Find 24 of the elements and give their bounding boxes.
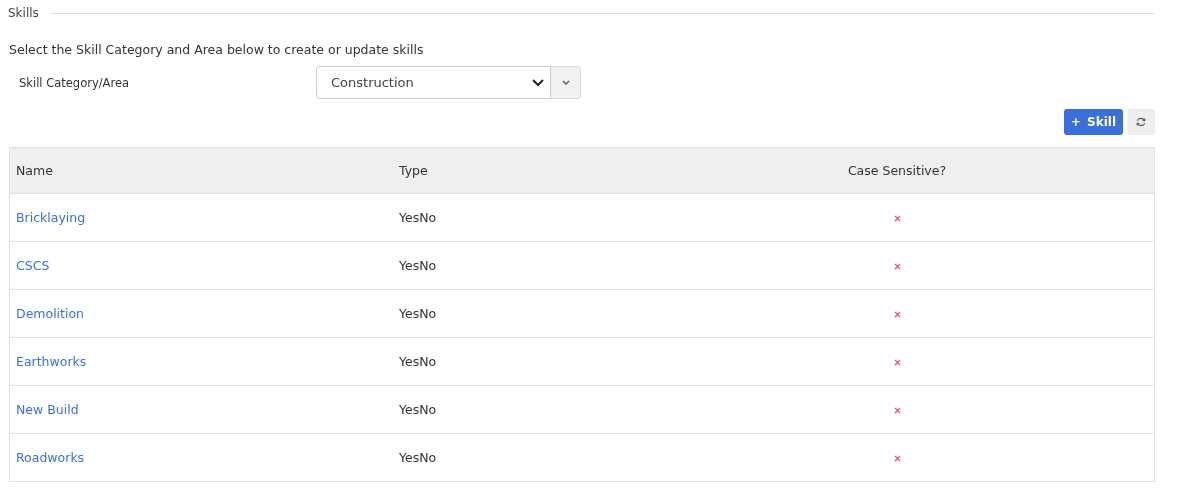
category-select[interactable]: Construction [316,66,551,99]
skill-link[interactable]: CSCS [16,258,50,273]
chevron-icon [561,80,570,85]
chevron-icon [532,78,544,87]
table-cell: YesNo [393,193,640,242]
instruction-text: Select the Skill Category and Area below to create or update skills [9,42,425,57]
skill-link[interactable]: New Build [16,402,79,417]
table-cell: YesNo [393,385,640,434]
skill-link[interactable]: Bricklaying [16,210,86,225]
section-title: Skills [8,5,39,20]
column-header: Type [393,147,640,194]
table-cell: YesNo [393,337,640,386]
column-header: Case Sensitive? [640,147,1155,194]
table-cell: YesNo [393,289,640,338]
refresh-button[interactable] [1127,109,1155,135]
field-label: Skill Category/Area [18,75,131,90]
column-header: Name [9,147,393,194]
add-skill-button[interactable]: + Skill [1063,109,1123,135]
skill-link[interactable]: Roadworks [16,450,85,465]
skill-link[interactable]: Earthworks [16,354,87,369]
table-cell: YesNo [393,433,640,482]
table-cell: YesNo [393,241,640,290]
skill-link[interactable]: Demolition [16,306,85,321]
refresh-icon [1136,117,1146,127]
